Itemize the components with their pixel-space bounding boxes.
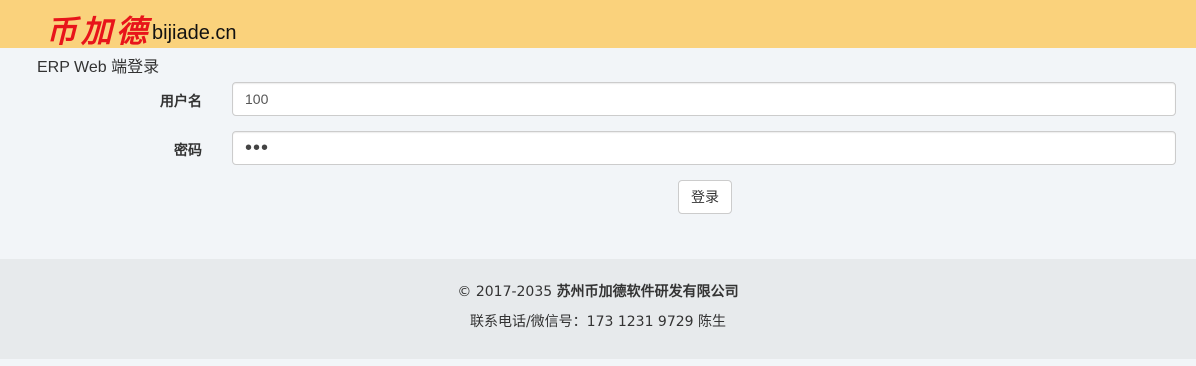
password-label: 密码 [174,143,202,159]
footer: © 2017-2035 苏州币加德软件研发有限公司 联系电话/微信号：173 1… [0,259,1196,359]
brand-domain: bijiade.cn [152,22,237,44]
header-bar: 币加德 bijiade.cn [0,0,1196,50]
contact-info: 联系电话/微信号：173 1231 9729 陈生 [469,314,727,330]
username-label: 用户名 [160,94,202,110]
username-input[interactable] [232,82,1176,116]
company-name: 苏州币加德软件研发有限公司 [556,284,739,300]
copyright-years: © 2017-2035 [457,284,557,300]
login-button[interactable]: 登录 [678,180,732,214]
page-title: ERP Web 端登录 [37,59,160,76]
copyright: © 2017-2035 苏州币加德软件研发有限公司 [0,281,1196,301]
brand-logo: 币加德 [46,14,151,50]
password-input[interactable] [232,131,1176,165]
